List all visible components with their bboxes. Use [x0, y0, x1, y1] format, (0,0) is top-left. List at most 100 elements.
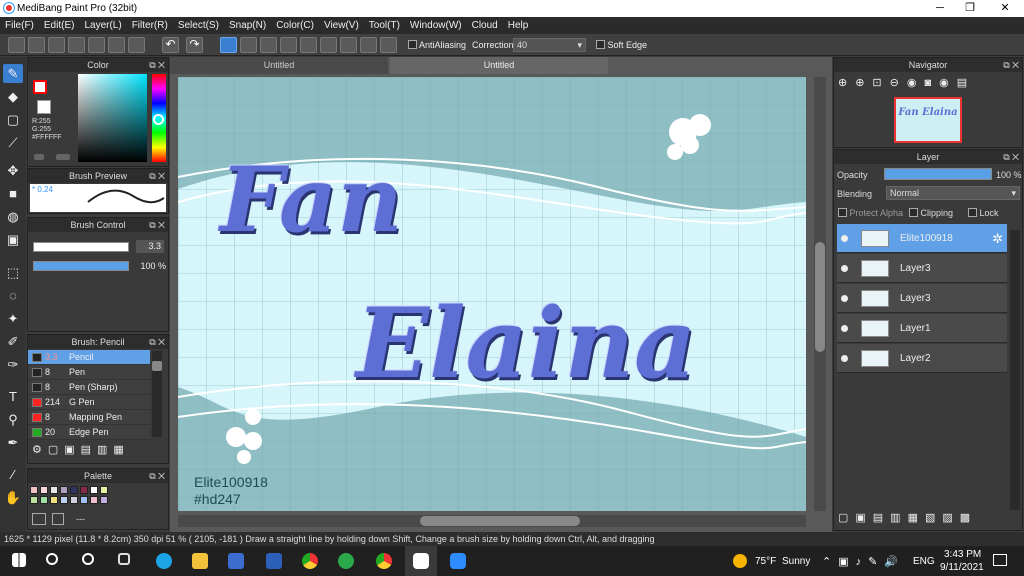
menu-window[interactable]: Window(W): [405, 17, 467, 31]
palette-swatch[interactable]: [70, 486, 78, 494]
menu-select[interactable]: Select(S): [173, 17, 224, 31]
panel-buttons[interactable]: ⧉ ✕: [149, 169, 165, 183]
brush-size-value[interactable]: 3.3: [136, 240, 164, 253]
layer-row[interactable]: Layer1: [837, 314, 1007, 343]
navigator-thumbnail[interactable]: Fan Elaina: [894, 97, 962, 143]
panel-buttons[interactable]: ⧉ ✕: [149, 335, 165, 349]
palette-swatch[interactable]: [80, 496, 88, 504]
palette-swatch[interactable]: [40, 496, 48, 504]
menu-layer[interactable]: Layer(L): [79, 17, 126, 31]
chrome-icon[interactable]: [302, 553, 318, 569]
eye-icon[interactable]: [841, 295, 848, 302]
layer-scrollbar[interactable]: [1010, 230, 1020, 510]
layer-row[interactable]: Layer3: [837, 254, 1007, 283]
snap-off-icon[interactable]: [220, 37, 237, 53]
scrollbar-thumb[interactable]: [815, 242, 825, 352]
weather-desc[interactable]: Sunny: [782, 556, 810, 567]
correction-select[interactable]: 40 ▾: [513, 38, 586, 52]
tab-untitled-2[interactable]: Untitled: [390, 57, 608, 74]
circle-snap-icon[interactable]: [320, 37, 337, 53]
brush-item[interactable]: 20 Edge Pen: [28, 425, 150, 440]
protect-alpha-checkbox[interactable]: Protect Alpha: [838, 208, 903, 218]
navigator-zoom-controls[interactable]: ⊕⊕⊡⊖◉◙◉▤: [838, 76, 975, 89]
add-palette-icon[interactable]: [32, 513, 46, 525]
palette-swatch[interactable]: [60, 486, 68, 494]
settings-gear-icon[interactable]: [380, 37, 397, 53]
brush-list-scrollbar[interactable]: [152, 351, 162, 437]
palette-swatch[interactable]: [50, 496, 58, 504]
brush-item[interactable]: 8 Pen: [28, 365, 150, 380]
antialiasing-checkbox[interactable]: AntiAliasing: [408, 40, 466, 50]
layer-row[interactable]: Layer3: [837, 284, 1007, 313]
brush-item[interactable]: 3.3 Pencil: [28, 350, 150, 365]
text-tool-icon[interactable]: T: [3, 387, 23, 406]
panel-buttons[interactable]: ⧉ ✕: [149, 58, 165, 72]
zoom-icon[interactable]: [450, 553, 466, 569]
palette-swatch[interactable]: [100, 486, 108, 494]
language-indicator[interactable]: ENG: [913, 556, 935, 567]
gear-icon[interactable]: ✲: [992, 231, 1003, 247]
panel-buttons[interactable]: ⧉ ✕: [149, 218, 165, 232]
select-pen-icon[interactable]: ✐: [3, 332, 23, 351]
eye-icon[interactable]: [841, 235, 848, 242]
magic-wand-icon[interactable]: ✦: [3, 309, 23, 328]
palette-swatch[interactable]: [90, 486, 98, 494]
cloud-icon[interactable]: [8, 37, 25, 53]
brush-item[interactable]: 8 Mapping Pen: [28, 410, 150, 425]
palette-swatch[interactable]: [90, 496, 98, 504]
cross-snap-icon[interactable]: [260, 37, 277, 53]
tray-icons[interactable]: ⌃▣♪✎🔊: [822, 555, 905, 568]
parallel-snap-icon[interactable]: [240, 37, 257, 53]
layer-actions[interactable]: ▢▣▤▥▦▧▨▩: [838, 511, 977, 524]
clock-time[interactable]: 3:43 PM: [944, 549, 981, 560]
edge-browser-icon[interactable]: [156, 553, 172, 569]
medibang-icon[interactable]: [413, 553, 429, 569]
drawing-canvas[interactable]: Fan Elaina Elite100918 #hd247: [178, 77, 806, 511]
eye-icon[interactable]: [841, 355, 848, 362]
palette-swatch[interactable]: [50, 486, 58, 494]
palette-swatch[interactable]: [30, 486, 38, 494]
word-icon[interactable]: [266, 553, 282, 569]
task-view-icon[interactable]: [118, 553, 130, 565]
menu-help[interactable]: Help: [503, 17, 534, 31]
menu-file[interactable]: File(F): [0, 17, 39, 31]
trash-icon[interactable]: [52, 513, 64, 525]
color-saturation-area[interactable]: [78, 74, 147, 162]
weather-temp[interactable]: 75°F: [755, 556, 776, 567]
tab-untitled-1[interactable]: Untitled: [170, 57, 388, 74]
panel-buttons[interactable]: ⧉ ✕: [1003, 58, 1019, 72]
eye-icon[interactable]: [841, 265, 848, 272]
line-tool-icon[interactable]: ⟋: [3, 133, 23, 152]
panel-buttons[interactable]: ⧉ ✕: [1003, 150, 1019, 164]
vertical-scrollbar[interactable]: [814, 77, 826, 511]
palette-swatch[interactable]: [80, 486, 88, 494]
bucket-tool-icon[interactable]: ◍: [3, 207, 23, 226]
close-button[interactable]: ✕: [990, 0, 1020, 17]
checkbox-box[interactable]: [968, 208, 977, 217]
fill-rect-icon[interactable]: ■: [3, 184, 23, 203]
brush-item[interactable]: 8 Pen (Sharp): [28, 380, 150, 395]
maximize-button[interactable]: ❐: [955, 0, 985, 17]
clipping-checkbox[interactable]: Clipping: [909, 208, 953, 218]
palette-swatch[interactable]: [40, 486, 48, 494]
blending-select[interactable]: Normal ▾: [886, 186, 1020, 200]
rectangle-tool-icon[interactable]: ▢: [3, 110, 23, 129]
eyedropper-icon[interactable]: ⁄: [3, 465, 23, 484]
menu-view[interactable]: View(V): [319, 17, 364, 31]
gradient-tool-icon[interactable]: ▣: [3, 230, 23, 249]
swap-color-button[interactable]: [34, 154, 44, 160]
menu-cloud[interactable]: Cloud: [467, 17, 503, 31]
select-eraser-icon[interactable]: ✑: [3, 355, 23, 374]
lasso-tool-icon[interactable]: ◌: [3, 286, 23, 305]
undo-icon[interactable]: ↶: [162, 37, 179, 53]
comment-icon[interactable]: [48, 37, 65, 53]
palette-swatch[interactable]: [60, 496, 68, 504]
redo-icon[interactable]: ↷: [186, 37, 203, 53]
store-icon[interactable]: [228, 553, 244, 569]
pages-icon[interactable]: [108, 37, 125, 53]
soft-edge-checkbox[interactable]: Soft Edge: [596, 40, 647, 50]
divide-tool-icon[interactable]: ⚲: [3, 410, 23, 429]
layer-opacity-slider[interactable]: [884, 168, 992, 180]
lock-checkbox[interactable]: Lock: [968, 208, 999, 218]
file-explorer-icon[interactable]: [192, 553, 208, 569]
